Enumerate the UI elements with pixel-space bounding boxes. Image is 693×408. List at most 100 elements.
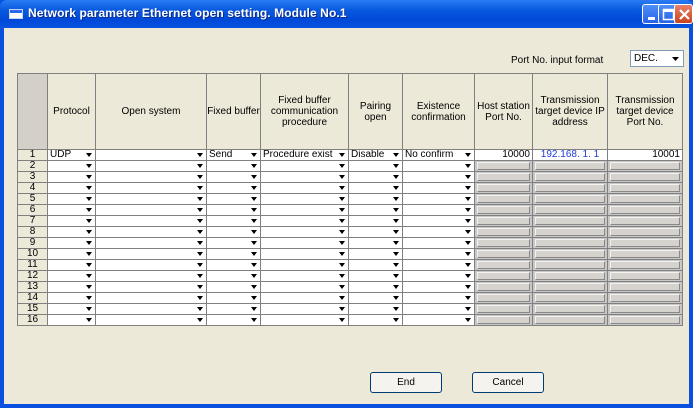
cell-procedure-dropdown[interactable] — [260, 160, 349, 172]
cell-pairing-dropdown[interactable] — [348, 270, 403, 282]
cell-pairing-dropdown[interactable]: Disable — [348, 149, 403, 161]
cell-procedure-dropdown[interactable] — [260, 248, 349, 260]
cell-pairing-dropdown[interactable] — [348, 314, 403, 326]
cell-open-system-dropdown[interactable] — [95, 171, 207, 183]
title-bar[interactable]: Network parameter Ethernet open setting.… — [0, 0, 693, 28]
cell-existence-dropdown[interactable] — [402, 182, 475, 194]
cell-open-system-dropdown[interactable] — [95, 149, 207, 161]
cell-procedure-dropdown[interactable] — [260, 193, 349, 205]
cell-pairing-dropdown[interactable] — [348, 237, 403, 249]
cell-target-ip[interactable]: 192.168. 1. 1 — [532, 149, 608, 161]
cell-fixed-buffer-dropdown[interactable] — [206, 281, 261, 293]
cell-existence-dropdown[interactable] — [402, 226, 475, 238]
cell-procedure-dropdown[interactable] — [260, 215, 349, 227]
cell-fixed-buffer-dropdown[interactable] — [206, 314, 261, 326]
cell-procedure-dropdown[interactable] — [260, 292, 349, 304]
cell-open-system-dropdown[interactable] — [95, 303, 207, 315]
port-format-select[interactable]: DEC. — [630, 50, 684, 67]
cell-open-system-dropdown[interactable] — [95, 248, 207, 260]
cell-fixed-buffer-dropdown[interactable] — [206, 204, 261, 216]
cell-procedure-dropdown[interactable]: Procedure exist — [260, 149, 349, 161]
cell-fixed-buffer-dropdown[interactable] — [206, 215, 261, 227]
cell-fixed-buffer-dropdown[interactable] — [206, 237, 261, 249]
cell-open-system-dropdown[interactable] — [95, 204, 207, 216]
cell-existence-dropdown[interactable] — [402, 237, 475, 249]
cell-protocol-dropdown[interactable] — [47, 248, 96, 260]
cell-existence-dropdown[interactable] — [402, 171, 475, 183]
cell-pairing-dropdown[interactable] — [348, 193, 403, 205]
cell-pairing-dropdown[interactable] — [348, 215, 403, 227]
cell-procedure-dropdown[interactable] — [260, 182, 349, 194]
cell-fixed-buffer-dropdown[interactable] — [206, 259, 261, 271]
cell-procedure-dropdown[interactable] — [260, 270, 349, 282]
cell-protocol-dropdown[interactable] — [47, 259, 96, 271]
cell-protocol-dropdown[interactable] — [47, 171, 96, 183]
cell-fixed-buffer-dropdown[interactable] — [206, 248, 261, 260]
cell-existence-dropdown[interactable]: No confirm — [402, 149, 475, 161]
cell-protocol-dropdown[interactable] — [47, 160, 96, 172]
cell-protocol-dropdown[interactable] — [47, 182, 96, 194]
cell-pairing-dropdown[interactable] — [348, 204, 403, 216]
cell-pairing-dropdown[interactable] — [348, 281, 403, 293]
cell-open-system-dropdown[interactable] — [95, 193, 207, 205]
cell-fixed-buffer-dropdown[interactable] — [206, 226, 261, 238]
cell-pairing-dropdown[interactable] — [348, 259, 403, 271]
cancel-button[interactable]: Cancel — [472, 372, 544, 393]
cell-fixed-buffer-dropdown[interactable] — [206, 303, 261, 315]
cell-existence-dropdown[interactable] — [402, 281, 475, 293]
cell-existence-dropdown[interactable] — [402, 292, 475, 304]
cell-pairing-dropdown[interactable] — [348, 303, 403, 315]
cell-fixed-buffer-dropdown[interactable] — [206, 171, 261, 183]
cell-open-system-dropdown[interactable] — [95, 215, 207, 227]
cell-target-port[interactable]: 10001 — [607, 149, 683, 161]
cell-procedure-dropdown[interactable] — [260, 204, 349, 216]
cell-existence-dropdown[interactable] — [402, 160, 475, 172]
cell-protocol-dropdown[interactable] — [47, 215, 96, 227]
cell-open-system-dropdown[interactable] — [95, 292, 207, 304]
close-button[interactable] — [674, 4, 693, 24]
cell-procedure-dropdown[interactable] — [260, 259, 349, 271]
cell-open-system-dropdown[interactable] — [95, 314, 207, 326]
cell-open-system-dropdown[interactable] — [95, 281, 207, 293]
cell-existence-dropdown[interactable] — [402, 215, 475, 227]
cell-existence-dropdown[interactable] — [402, 303, 475, 315]
cell-procedure-dropdown[interactable] — [260, 226, 349, 238]
cell-open-system-dropdown[interactable] — [95, 226, 207, 238]
cell-existence-dropdown[interactable] — [402, 204, 475, 216]
cell-fixed-buffer-dropdown[interactable] — [206, 160, 261, 172]
cell-protocol-dropdown[interactable] — [47, 226, 96, 238]
cell-protocol-dropdown[interactable] — [47, 237, 96, 249]
cell-existence-dropdown[interactable] — [402, 270, 475, 282]
cell-protocol-dropdown[interactable] — [47, 314, 96, 326]
cell-procedure-dropdown[interactable] — [260, 281, 349, 293]
cell-existence-dropdown[interactable] — [402, 314, 475, 326]
cell-fixed-buffer-dropdown[interactable] — [206, 292, 261, 304]
cell-protocol-dropdown[interactable] — [47, 270, 96, 282]
cell-fixed-buffer-dropdown[interactable] — [206, 182, 261, 194]
cell-pairing-dropdown[interactable] — [348, 160, 403, 172]
cell-protocol-dropdown[interactable] — [47, 281, 96, 293]
cell-procedure-dropdown[interactable] — [260, 237, 349, 249]
cell-fixed-buffer-dropdown[interactable]: Send — [206, 149, 261, 161]
cell-pairing-dropdown[interactable] — [348, 292, 403, 304]
cell-pairing-dropdown[interactable] — [348, 171, 403, 183]
end-button[interactable]: End — [370, 372, 442, 393]
cell-protocol-dropdown[interactable] — [47, 303, 96, 315]
cell-open-system-dropdown[interactable] — [95, 182, 207, 194]
cell-fixed-buffer-dropdown[interactable] — [206, 193, 261, 205]
cell-existence-dropdown[interactable] — [402, 259, 475, 271]
cell-pairing-dropdown[interactable] — [348, 248, 403, 260]
cell-procedure-dropdown[interactable] — [260, 303, 349, 315]
cell-existence-dropdown[interactable] — [402, 248, 475, 260]
cell-pairing-dropdown[interactable] — [348, 182, 403, 194]
cell-protocol-dropdown[interactable] — [47, 193, 96, 205]
cell-host-port[interactable]: 10000 — [474, 149, 533, 161]
cell-pairing-dropdown[interactable] — [348, 226, 403, 238]
cell-open-system-dropdown[interactable] — [95, 270, 207, 282]
cell-procedure-dropdown[interactable] — [260, 171, 349, 183]
cell-procedure-dropdown[interactable] — [260, 314, 349, 326]
cell-fixed-buffer-dropdown[interactable] — [206, 270, 261, 282]
cell-protocol-dropdown[interactable] — [47, 292, 96, 304]
cell-protocol-dropdown[interactable] — [47, 204, 96, 216]
cell-protocol-dropdown[interactable]: UDP — [47, 149, 96, 161]
